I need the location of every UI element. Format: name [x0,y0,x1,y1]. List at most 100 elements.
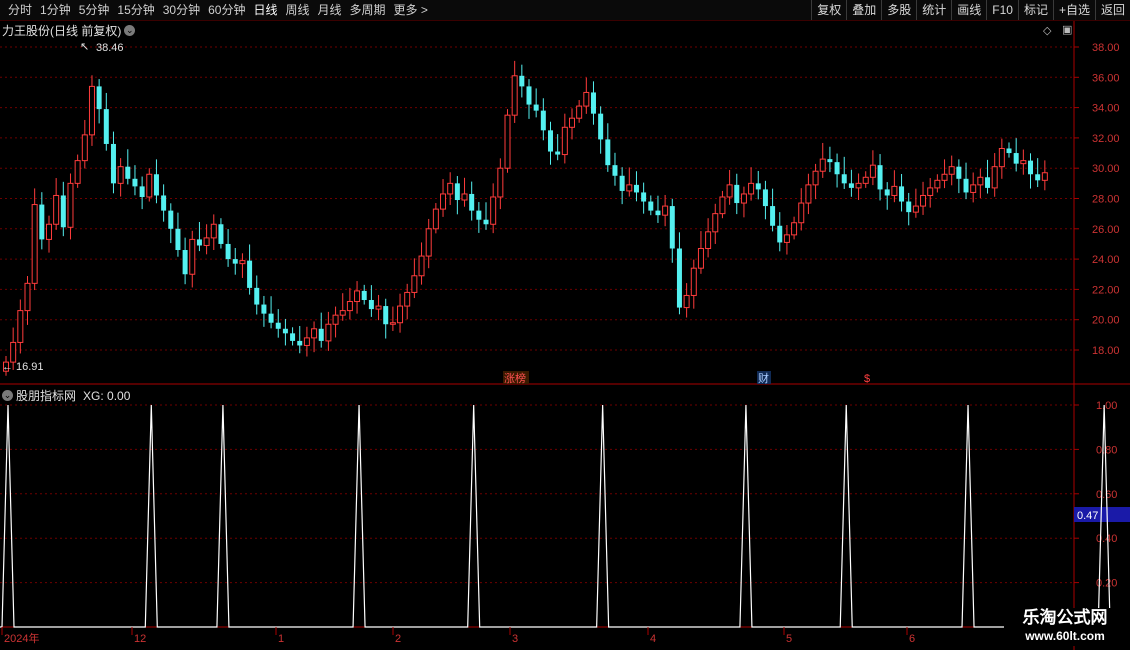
candle-body [869,164,876,178]
action-button-8[interactable]: 返回 [1094,0,1130,20]
candle-body [619,175,625,191]
candle-body [239,260,246,265]
period-tab-1[interactable]: 1分钟 [36,2,75,18]
candle-body [891,185,898,196]
high-arrow: ↖ [80,41,89,53]
candle-body [1020,160,1027,165]
candle-body [354,290,361,303]
period-tab-8[interactable]: 月线 [314,2,346,18]
sub-chart-title: ⌄ 股朋指标网 XG: 0.00 [2,387,130,404]
period-tab-5[interactable]: 60分钟 [204,2,249,18]
candle-body [196,239,202,246]
candle-body [397,305,404,324]
candle-body [991,166,998,189]
zhangbang-marker-bg [503,371,529,384]
candle-body [920,194,927,207]
price-tick-label: 36.00 [1092,72,1120,84]
candle-body [783,234,790,243]
candle-body [3,361,9,372]
period-tab-2[interactable]: 5分钟 [75,2,114,18]
candle-body [576,105,583,119]
collapse-icon[interactable]: ▣ [1062,23,1072,36]
candle-body [483,219,489,225]
logo-text: 乐淘公式网 [1022,608,1108,627]
chevron-down-icon[interactable]: ⌄ [124,25,136,36]
candle-body [290,333,296,341]
candle-body [662,205,669,216]
period-tab-10[interactable]: 更多 > [390,2,432,18]
candle-body [88,85,95,136]
candle-body [633,184,639,193]
candle-body [855,182,862,189]
candle-body [1006,148,1012,154]
candle-body [254,287,260,305]
price-tick-label: 32.00 [1092,133,1120,145]
action-button-7[interactable]: +自选 [1052,0,1095,20]
candle-body [332,314,339,325]
candle-body [361,290,367,301]
period-tab-9[interactable]: 多周期 [346,2,390,18]
main-chart-title: 力王股份(日线 前复权) ⌄ [2,22,136,39]
candle-body [17,310,24,343]
cai-marker: 财 [758,371,769,385]
x-axis-label: 2 [395,633,401,645]
action-button-5[interactable]: F10 [986,0,1018,20]
x-axis-label: 12 [134,633,146,645]
candle-body [325,323,332,342]
candle-body [1035,174,1041,181]
candle-body [612,165,618,176]
period-tab-0[interactable]: 分时 [4,2,36,18]
period-tab-3[interactable]: 15分钟 [113,2,158,18]
candle-body [970,184,977,193]
candle-body [74,160,81,184]
candle-body [45,223,52,240]
action-button-2[interactable]: 多股 [881,0,916,20]
candle-body [203,237,210,246]
indicator-tick-label: 0.60 [1096,489,1117,501]
candle-body [96,86,102,110]
candle-body [411,275,418,293]
candle-body [841,174,847,184]
candle-body [404,291,411,307]
cai-marker-bg [757,371,771,384]
candle-body [740,193,747,204]
price-tick-label: 26.00 [1092,224,1120,236]
candle-body [555,151,561,155]
candle-body [103,109,109,144]
logo-url: www.60lt.com [1025,629,1105,643]
action-button-1[interactable]: 叠加 [846,0,881,20]
candle-body [339,310,346,316]
indicator-tick-label: 0.40 [1096,533,1117,545]
low-label: 16.91 [16,361,44,373]
action-button-3[interactable]: 统计 [916,0,951,20]
period-tab-6[interactable]: 日线 [249,2,281,18]
candle-body [690,267,697,296]
action-button-6[interactable]: 标记 [1017,0,1053,20]
current-value-label: 0.47 [1077,510,1098,522]
high-label: 38.46 [96,42,124,54]
candle-body [125,166,131,179]
action-buttons: 复权 叠加 多股 统计 画线 F10 标记 +自选 返回 [811,0,1130,20]
candle-body [469,193,475,211]
period-tab-4[interactable]: 30分钟 [159,2,204,18]
price-tick-label: 28.00 [1092,194,1120,206]
candle-body [726,184,733,198]
candle-body [540,110,546,131]
candle-body [683,294,690,309]
candle-body [368,300,374,310]
candle-body [561,126,568,156]
candle-body [912,205,919,213]
candle-body [39,204,45,240]
candle-body [275,322,281,329]
candle-body [175,228,181,251]
candle-body [60,195,66,228]
chevron-down-icon[interactable]: ⌄ [2,390,13,401]
period-tab-7[interactable]: 周线 [281,2,313,18]
candle-body [798,202,805,224]
candle-body [31,204,38,284]
action-button-4[interactable]: 画线 [951,0,986,20]
diamond-icon[interactable]: ◇ [1043,24,1051,37]
candle-body [447,182,454,195]
action-button-0[interactable]: 复权 [811,0,846,20]
indicator-value: XG: 0.00 [83,388,131,403]
